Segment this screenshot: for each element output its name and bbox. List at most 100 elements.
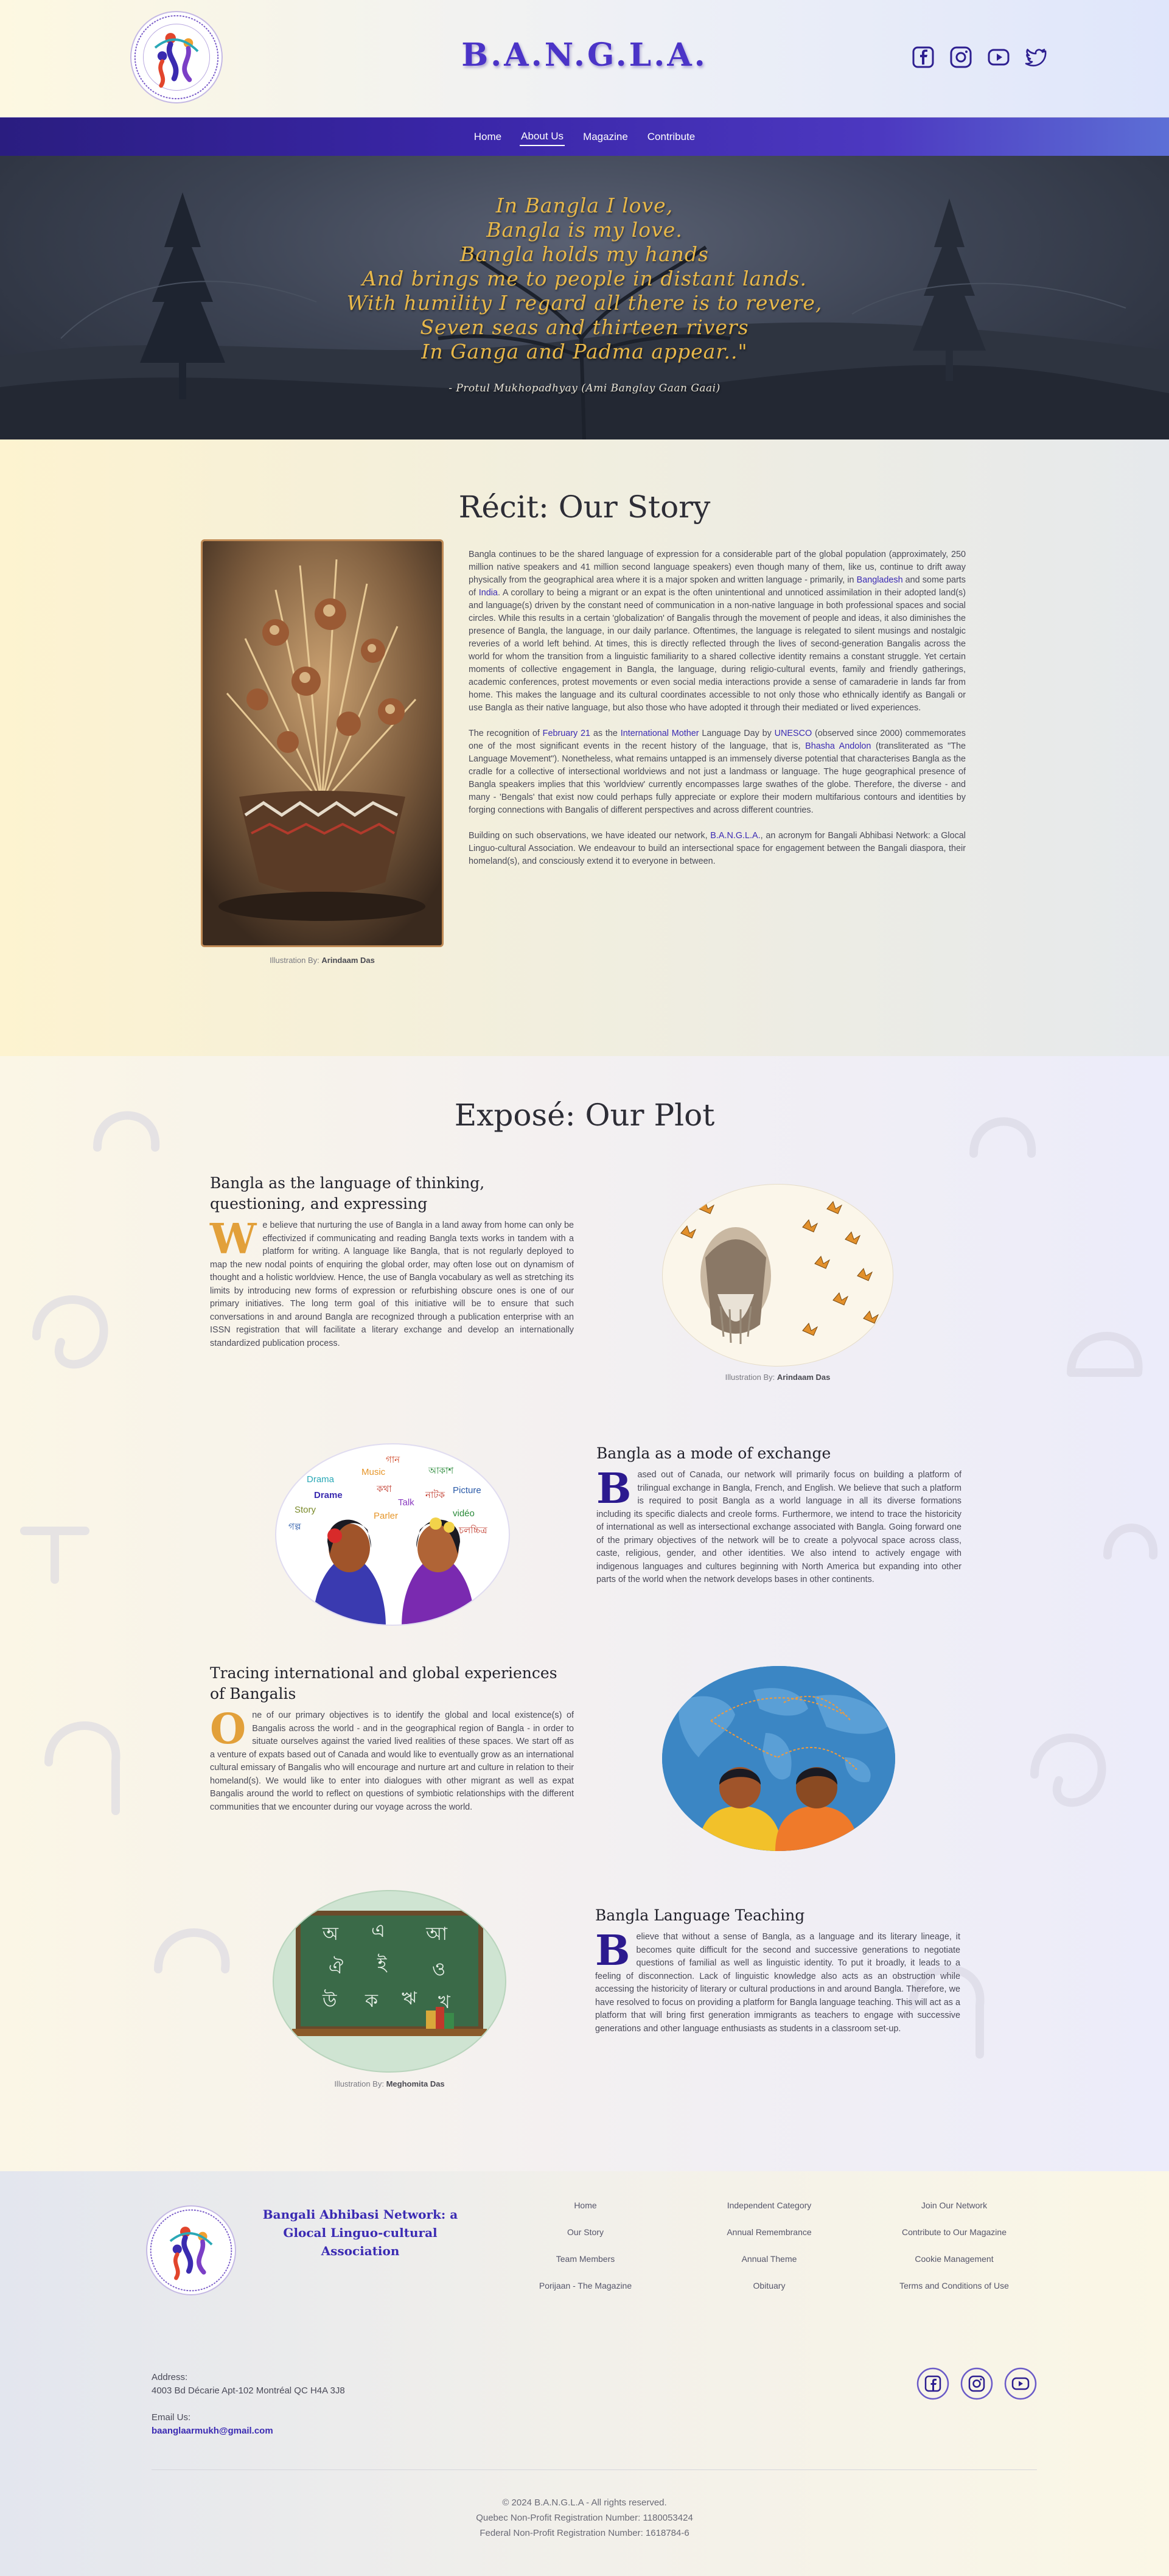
illustrator-name: Arindaam Das: [321, 956, 375, 965]
bhasha-andolon-link[interactable]: Bhasha Andolon: [805, 741, 871, 751]
footer-divider: [152, 2469, 1037, 2470]
board-letter: এ: [371, 1920, 385, 1942]
plot-illustration-caption: Illustration By: Arindaam Das: [725, 1373, 831, 1382]
image-word: Drame: [314, 1490, 343, 1500]
story-paragraph: Bangla continues to be the shared langua…: [469, 550, 966, 713]
footer-link-annual-theme[interactable]: Annual Theme: [708, 2254, 830, 2281]
nav-item-contribute[interactable]: Contribute: [646, 128, 696, 145]
illustrator-name: Meghomita Das: [386, 2079, 445, 2088]
story-paragraph: Building on such observations, we have i…: [469, 831, 966, 866]
poem-line: In Ganga and Padma appear..": [421, 340, 748, 363]
email-label: Email Us:: [152, 2412, 191, 2423]
footer-link-annual-remembrance[interactable]: Annual Remembrance: [708, 2227, 830, 2254]
instagram-icon[interactable]: [960, 2367, 993, 2400]
february-21-link[interactable]: February 21: [543, 729, 590, 738]
footer-links-col-2: Independent Category Annual Remembrance …: [708, 2200, 830, 2308]
footer-links-col-1: Home Our Story Team Members Porijaan - T…: [525, 2200, 646, 2308]
footer-link-obituary[interactable]: Obituary: [708, 2281, 830, 2308]
board-letter: আ: [425, 1923, 448, 1945]
footer-links-col-3: Join Our Network Contribute to Our Magaz…: [881, 2200, 1027, 2308]
image-word: কথা: [376, 1484, 392, 1494]
instagram-icon[interactable]: [949, 45, 973, 69]
india-link[interactable]: India: [479, 588, 498, 598]
board-letter: ক: [365, 1990, 379, 2012]
plot-block-heading: Bangla as a mode of exchange: [596, 1444, 831, 1462]
drop-cap: B: [596, 1465, 632, 1513]
footer-logo[interactable]: [146, 2205, 236, 2295]
copyright-text: © 2024 B.A.N.G.L.A - All rights reserved…: [502, 2497, 667, 2508]
international-mother-link[interactable]: International Mother: [621, 729, 699, 738]
site-footer: Bangali Abhibasi Network: a Glocal Lingu…: [0, 2171, 1169, 2576]
plot-block-text: B elieve that without a sense of Bangla,…: [595, 1927, 960, 2034]
header-social-links: [911, 45, 1049, 69]
exchange-women-illustration: গান আকাশ Drama Music কথা নাটক Picture St…: [275, 1443, 510, 1626]
plot-block-heading: Bangla Language Teaching: [595, 1906, 805, 1924]
board-letter: ও: [432, 1959, 445, 1980]
footer-social-links: [916, 2367, 1037, 2400]
poem-line: In Bangla I love,: [495, 194, 674, 217]
poem-line: With humility I regard all there is to r…: [346, 291, 823, 315]
story-title: Récit: Our Story: [458, 489, 711, 525]
footer-link-join-network[interactable]: Join Our Network: [881, 2200, 1027, 2227]
footer-org-name: Bangali Abhibasi Network: a Glocal Lingu…: [262, 2207, 458, 2258]
image-word: চলচ্চিত্র: [458, 1525, 488, 1536]
nav-item-home[interactable]: Home: [473, 128, 503, 145]
image-word: Picture: [453, 1485, 481, 1496]
footer-link-team-members[interactable]: Team Members: [525, 2254, 646, 2281]
plot-title: Exposé: Our Plot: [454, 1097, 715, 1133]
story-illustration: [201, 539, 444, 947]
address-label: Address:: [152, 2372, 188, 2382]
image-word: vidéo: [453, 1508, 475, 1519]
facebook-icon[interactable]: [911, 45, 935, 69]
bengali-letter-watermark: [20, 1111, 1158, 2059]
plot-block-tracing: Tracing international and global experie…: [210, 1663, 574, 1814]
plot-section: Exposé: Our Plot Bangla as the language …: [0, 1056, 1169, 2171]
blackboard-illustration: অ এ আ ঐ ই ও উ ক ঋ খ: [273, 1890, 506, 2073]
drop-cap: W: [210, 1215, 257, 1264]
bangla-network-link[interactable]: B.A.N.G.L.A.: [710, 831, 760, 841]
footer-link-our-story[interactable]: Our Story: [525, 2227, 646, 2254]
illustrator-name: Arindaam Das: [776, 1373, 831, 1382]
board-letter: ঋ: [402, 1988, 417, 2009]
plot-block-heading: Bangla as the language of thinking, ques…: [210, 1174, 485, 1213]
plot-block-thinking: Bangla as the language of thinking, ques…: [210, 1173, 574, 1350]
board-letter: উ: [322, 1989, 337, 2012]
drop-cap: O: [210, 1705, 246, 1754]
twitter-icon[interactable]: [1024, 45, 1049, 69]
poem-line: Bangla is my love.: [486, 218, 683, 242]
footer-link-independent-category[interactable]: Independent Category: [708, 2200, 830, 2227]
unesco-link[interactable]: UNESCO: [775, 729, 812, 738]
poem-credit: - Protul Mukhopadhyay (Ami Banglay Gaan …: [448, 382, 721, 394]
board-letter: অ: [322, 1923, 339, 1945]
poem-line: Seven seas and thirteen rivers: [420, 315, 749, 339]
image-word: গান: [386, 1455, 400, 1465]
plot-illustration-caption: Illustration By: Meghomita Das: [334, 2079, 445, 2088]
footer-link-magazine[interactable]: Porijaan - The Magazine: [525, 2281, 646, 2308]
nav-item-about-us[interactable]: About Us: [520, 128, 565, 146]
plot-block-text: O ne of our primary objectives is to ide…: [210, 1705, 574, 1812]
quebec-registration: Quebec Non-Profit Registration Number: 1…: [476, 2513, 693, 2523]
tagore-butterflies-illustration: [662, 1184, 893, 1367]
image-word: নাটক: [425, 1489, 445, 1500]
footer-link-terms[interactable]: Terms and Conditions of Use: [881, 2281, 1027, 2308]
plot-block-teaching: Bangla Language Teaching B elieve that w…: [595, 1905, 960, 2035]
facebook-icon[interactable]: [916, 2367, 949, 2400]
story-body: Bangla continues to be the shared langua…: [469, 548, 966, 881]
nav-item-magazine[interactable]: Magazine: [582, 128, 629, 145]
image-word: Drama: [307, 1474, 335, 1485]
address-value: 4003 Bd Décarie Apt-102 Montréal QC H4A …: [152, 2385, 345, 2396]
image-word: আকাশ: [428, 1466, 454, 1476]
board-letter: ঐ: [329, 1956, 343, 1978]
footer-link-contribute-magazine[interactable]: Contribute to Our Magazine: [881, 2227, 1027, 2254]
bangladesh-link[interactable]: Bangladesh: [857, 575, 903, 585]
footer-link-cookie-management[interactable]: Cookie Management: [881, 2254, 1027, 2281]
image-word: Story: [295, 1505, 316, 1515]
footer-contact: Address: 4003 Bd Décarie Apt-102 Montréa…: [152, 2371, 345, 2438]
footer-link-home[interactable]: Home: [525, 2200, 646, 2227]
hero-banner: In Bangla I love, Bangla is my love. Ban…: [0, 156, 1169, 439]
email-link[interactable]: baanglaarmukh@gmail.com: [152, 2424, 345, 2438]
youtube-icon[interactable]: [1004, 2367, 1037, 2400]
plot-block-exchange: Bangla as a mode of exchange B ased out …: [596, 1443, 961, 1587]
main-nav: Home About Us Magazine Contribute: [0, 117, 1169, 156]
youtube-icon[interactable]: [986, 45, 1011, 69]
